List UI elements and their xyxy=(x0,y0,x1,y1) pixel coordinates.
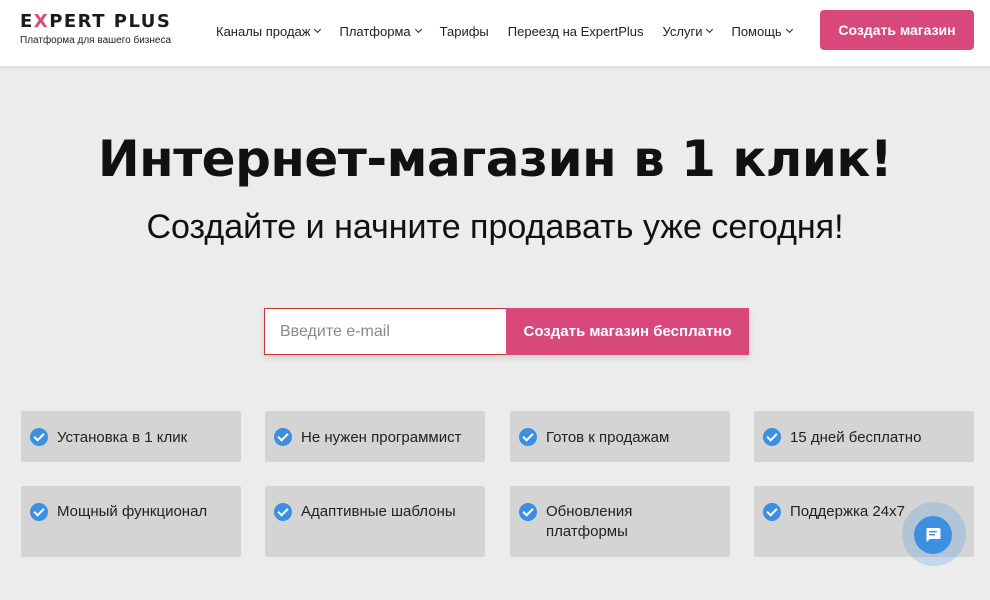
feature-card: Мощный функционал xyxy=(21,486,241,557)
hero-title: Интернет-магазин в 1 клик! xyxy=(97,130,893,188)
feature-card: Готов к продажам xyxy=(510,411,730,462)
create-store-free-button[interactable]: Создать магазин бесплатно xyxy=(506,308,749,355)
nav-item-pricing[interactable]: Тарифы xyxy=(440,24,489,39)
signup-form: Создать магазин бесплатно xyxy=(264,308,749,355)
check-circle-icon xyxy=(763,503,781,521)
chat-button[interactable] xyxy=(914,516,952,554)
chevron-down-icon xyxy=(785,25,793,34)
chat-bubble-icon xyxy=(926,528,941,542)
logo-title: EXPERT PLUS xyxy=(20,11,172,32)
logo[interactable]: EXPERT PLUS Платформа для вашего бизнеса xyxy=(20,11,172,47)
check-circle-icon xyxy=(274,428,292,446)
feature-card: Обновления платформы xyxy=(510,486,730,557)
chevron-down-icon xyxy=(314,25,322,34)
hero-subtitle: Создайте и начните продавать уже сегодня… xyxy=(146,208,844,246)
chevron-down-icon xyxy=(706,25,714,34)
site-header: EXPERT PLUS Платформа для вашего бизнеса… xyxy=(0,0,990,66)
check-circle-icon xyxy=(30,428,48,446)
check-circle-icon xyxy=(519,428,537,446)
check-circle-icon xyxy=(274,503,292,521)
check-circle-icon xyxy=(30,503,48,521)
nav-item-migration[interactable]: Переезд на ExpertPlus xyxy=(508,24,644,39)
nav-item-help[interactable]: Помощь xyxy=(731,24,793,39)
check-circle-icon xyxy=(763,428,781,446)
email-input[interactable] xyxy=(264,308,506,355)
create-store-button[interactable]: Создать магазин xyxy=(820,10,974,50)
chevron-down-icon xyxy=(414,25,422,34)
nav-item-sales-channels[interactable]: Каналы продаж xyxy=(216,24,322,39)
nav-item-services[interactable]: Услуги xyxy=(663,24,714,39)
nav-item-platform[interactable]: Платформа xyxy=(339,24,422,39)
feature-card: Адаптивные шаблоны xyxy=(265,486,485,557)
main-nav: Каналы продаж Платформа Тарифы Переезд н… xyxy=(216,0,811,62)
feature-card: Установка в 1 клик xyxy=(21,411,241,462)
feature-card: Не нужен программист xyxy=(265,411,485,462)
logo-subtitle: Платформа для вашего бизнеса xyxy=(20,35,172,46)
feature-card: 15 дней бесплатно xyxy=(754,411,974,462)
check-circle-icon xyxy=(519,503,537,521)
